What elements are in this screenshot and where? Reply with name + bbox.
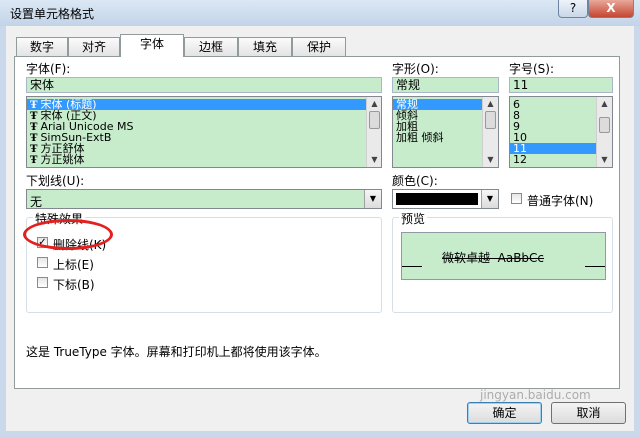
underline-select[interactable]: 无 ▼: [26, 189, 382, 209]
font-label: 字体(F):: [26, 62, 71, 76]
help-button[interactable]: ?: [558, 0, 588, 18]
font-list-item[interactable]: Ŧ 方正姚体: [27, 154, 381, 166]
color-select[interactable]: ▼: [392, 189, 499, 209]
checkbox-box[interactable]: [511, 193, 522, 204]
info-text: 这是 TrueType 字体。屏幕和打印机上都将使用该字体。: [26, 345, 327, 359]
superscript-label: 上标(E): [53, 258, 94, 272]
normal-font-label: 普通字体(N): [527, 194, 594, 208]
font-list-scrollbar[interactable]: ▲ ▼: [366, 97, 381, 167]
color-label: 颜色(C):: [392, 174, 438, 188]
underline-label: 下划线(U):: [26, 174, 85, 188]
scroll-thumb[interactable]: [369, 111, 380, 129]
scroll-down-icon[interactable]: ▼: [369, 154, 380, 166]
preview-baseline-left: [402, 266, 422, 267]
scroll-thumb[interactable]: [599, 117, 610, 133]
font-style-scrollbar[interactable]: ▲ ▼: [482, 97, 498, 167]
color-swatch: [396, 193, 478, 205]
font-size-input[interactable]: 11: [509, 77, 613, 93]
tab-fill[interactable]: 填充: [238, 37, 292, 56]
scroll-down-icon[interactable]: ▼: [599, 154, 610, 166]
font-style-list[interactable]: 常规 倾斜 加粗 加粗 倾斜 ▲ ▼: [392, 96, 499, 168]
preview-sample: 微软卓越 AaBbCc: [442, 251, 545, 265]
scroll-up-icon[interactable]: ▲: [485, 98, 496, 110]
font-list[interactable]: Ŧ 宋体 (标题) Ŧ 宋体 (正文) Ŧ Arial Unicode MS Ŧ Sim…: [26, 96, 382, 168]
truetype-icon: Ŧ: [30, 155, 38, 166]
font-size-label: 字号(S):: [509, 62, 555, 76]
window-title: 设置单元格格式: [10, 7, 95, 21]
dialog-body: 数字 对齐 字体 边框 填充 保护 字体(F): 宋体 Ŧ 宋体 (标题) Ŧ 宋体…: [6, 26, 634, 431]
checkbox-box[interactable]: [37, 277, 48, 288]
preview-box: 微软卓越 AaBbCc: [401, 232, 606, 280]
title-bar: 设置单元格格式 ? X: [0, 0, 640, 26]
scroll-thumb[interactable]: [485, 111, 496, 129]
checkbox-box[interactable]: [37, 257, 48, 268]
scroll-down-icon[interactable]: ▼: [485, 154, 496, 166]
preview-group: 预览 微软卓越 AaBbCc: [392, 210, 613, 313]
font-style-label: 字形(O):: [392, 62, 439, 76]
tab-border[interactable]: 边框: [184, 37, 238, 56]
tab-number[interactable]: 数字: [16, 37, 68, 56]
watermark: jingyan.baidu.com: [480, 388, 591, 402]
ok-button[interactable]: 确定: [467, 402, 542, 424]
cancel-button[interactable]: 取消: [551, 402, 626, 424]
font-size-list[interactable]: 6 8 9 10 11 12 ▲ ▼: [509, 96, 613, 168]
chevron-down-icon[interactable]: ▼: [364, 190, 381, 208]
scroll-up-icon[interactable]: ▲: [369, 98, 380, 110]
font-tab-panel: 字体(F): 宋体 Ŧ 宋体 (标题) Ŧ 宋体 (正文) Ŧ Arial Unico…: [14, 56, 620, 389]
tab-alignment[interactable]: 对齐: [68, 37, 120, 56]
annotation-circle: [23, 219, 113, 250]
tab-font[interactable]: 字体: [120, 34, 184, 57]
chevron-down-icon[interactable]: ▼: [481, 190, 498, 208]
tab-protection[interactable]: 保护: [292, 37, 346, 56]
preview-baseline-right: [585, 266, 605, 267]
close-button[interactable]: X: [588, 0, 634, 18]
underline-value: 无: [30, 195, 43, 209]
font-style-input[interactable]: 常规: [392, 77, 499, 93]
scroll-up-icon[interactable]: ▲: [599, 98, 610, 110]
font-size-scrollbar[interactable]: ▲ ▼: [596, 97, 612, 167]
subscript-label: 下标(B): [53, 278, 95, 292]
font-input[interactable]: 宋体: [26, 77, 382, 93]
preview-title: 预览: [399, 210, 428, 227]
